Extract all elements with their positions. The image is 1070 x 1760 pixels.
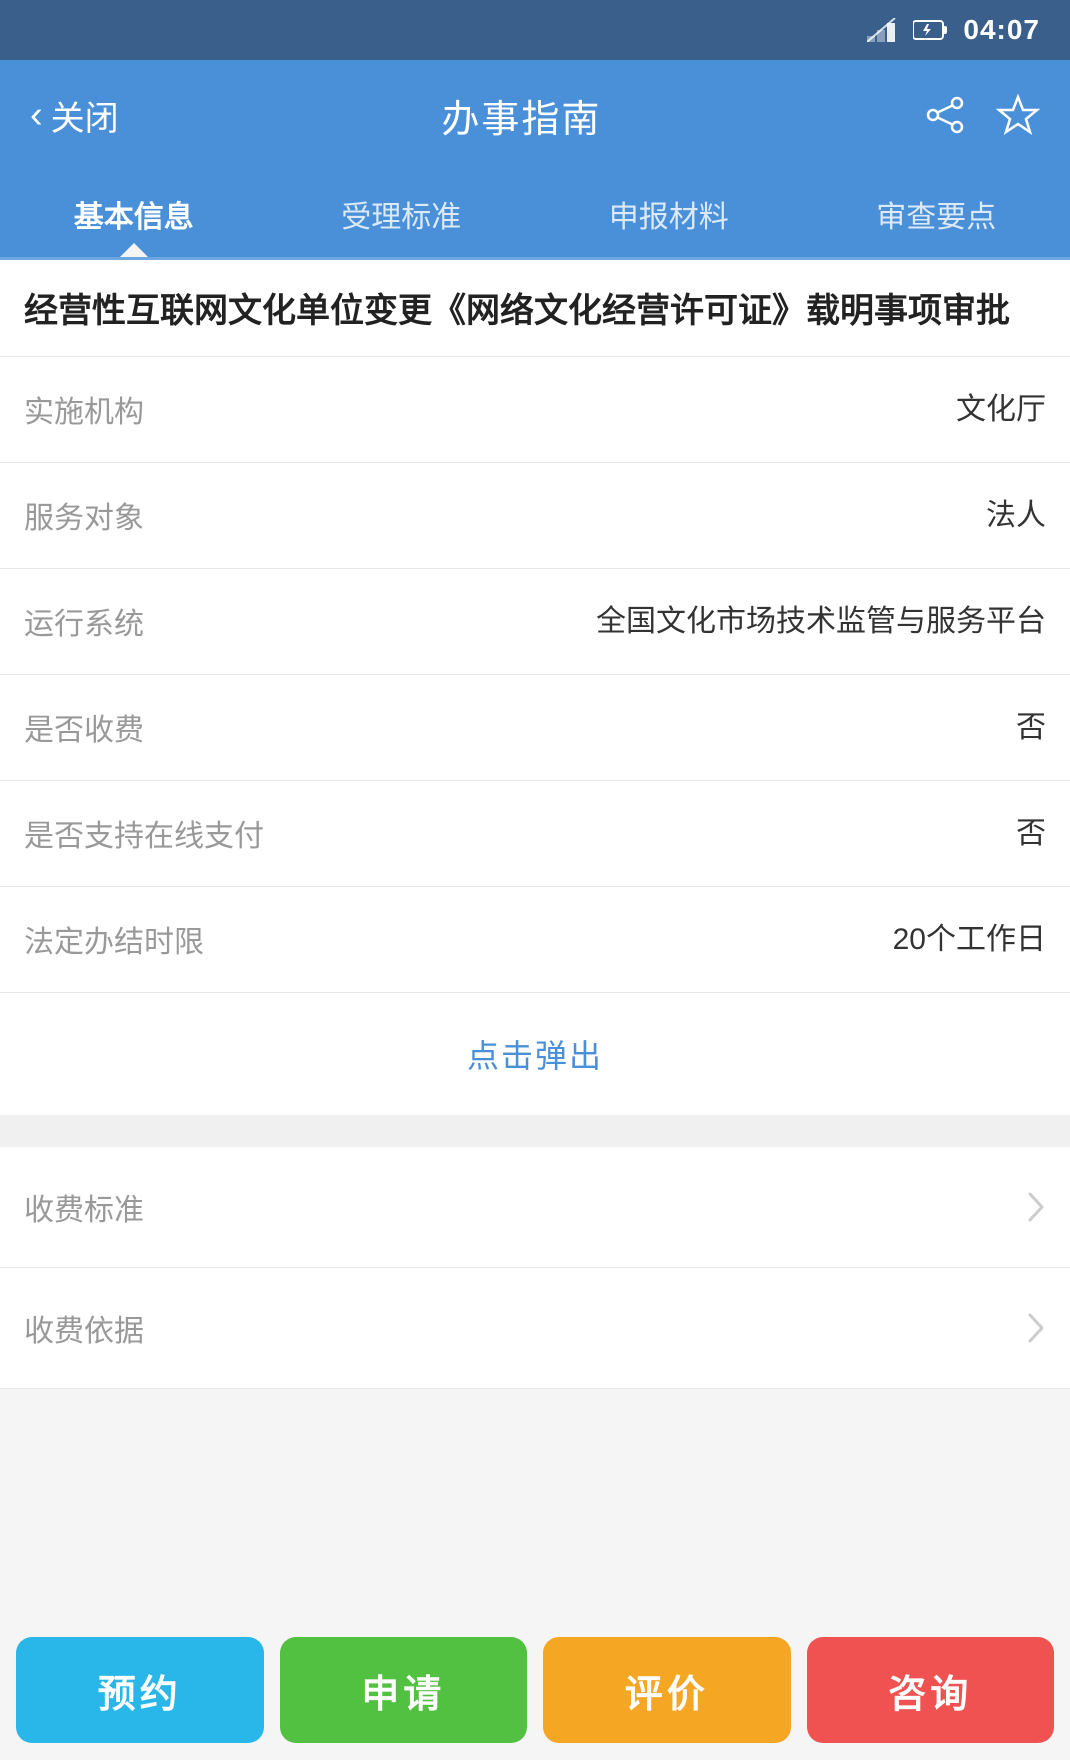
label-system: 运行系统 (24, 599, 204, 643)
popup-row[interactable]: 点击弹出 (0, 993, 1070, 1123)
label-fee-basis: 收费依据 (24, 1306, 144, 1350)
status-time: 04:07 (963, 14, 1040, 46)
tab-materials[interactable]: 申报材料 (535, 170, 803, 257)
header-left: ‹ 关闭 (30, 91, 119, 140)
chevron-right-icon-fee (1026, 1190, 1046, 1224)
value-fee: 否 (224, 705, 1046, 750)
secondary-row-fee-basis[interactable]: 收费依据 (0, 1268, 1070, 1389)
info-row-online-pay: 是否支持在线支付 否 (0, 781, 1070, 887)
label-institution: 实施机构 (24, 387, 204, 431)
consult-button[interactable]: 咨询 (807, 1637, 1055, 1743)
status-icons: 04:07 (867, 14, 1040, 46)
close-label[interactable]: 关闭 (51, 91, 119, 140)
info-row-service-target: 服务对象 法人 (0, 463, 1070, 569)
header: ‹ 关闭 办事指南 (0, 60, 1070, 170)
header-title: 办事指南 (441, 88, 601, 143)
star-icon[interactable] (996, 93, 1040, 137)
info-row-fee: 是否收费 否 (0, 675, 1070, 781)
tab-review[interactable]: 审查要点 (803, 170, 1070, 257)
info-row-institution: 实施机构 文化厅 (0, 357, 1070, 463)
label-fee: 是否收费 (24, 705, 204, 749)
label-online-pay: 是否支持在线支付 (24, 811, 264, 855)
label-fee-standard: 收费标准 (24, 1185, 144, 1229)
value-service-target: 法人 (224, 493, 1046, 538)
header-right (924, 93, 1040, 137)
info-list: 实施机构 文化厅 服务对象 法人 运行系统 全国文化市场技术监管与服务平台 是否… (0, 357, 1070, 993)
status-bar: 04:07 (0, 0, 1070, 60)
battery-icon (913, 19, 949, 41)
label-deadline: 法定办结时限 (24, 917, 204, 961)
popup-label[interactable]: 点击弹出 (467, 1031, 603, 1077)
back-arrow-icon[interactable]: ‹ (30, 94, 43, 137)
info-row-system: 运行系统 全国文化市场技术监管与服务平台 (0, 569, 1070, 675)
page-title-section: 经营性互联网文化单位变更《网络文化经营许可证》载明事项审批 (0, 260, 1070, 357)
tab-bar: 基本信息 受理标准 申报材料 审查要点 (0, 170, 1070, 260)
tab-basic[interactable]: 基本信息 (0, 170, 268, 257)
value-institution: 文化厅 (224, 387, 1046, 432)
secondary-row-fee-standard[interactable]: 收费标准 (0, 1147, 1070, 1268)
section-divider (0, 1123, 1070, 1147)
secondary-list: 收费标准 收费依据 (0, 1147, 1070, 1389)
value-deadline: 20个工作日 (224, 917, 1046, 962)
apply-button[interactable]: 申请 (280, 1637, 528, 1743)
bottom-bar: 预约 申请 评价 咨询 (0, 1620, 1070, 1760)
tab-standard[interactable]: 受理标准 (268, 170, 536, 257)
value-system: 全国文化市场技术监管与服务平台 (224, 599, 1046, 644)
share-icon[interactable] (924, 94, 966, 136)
chevron-right-icon-basis (1026, 1311, 1046, 1345)
page-title: 经营性互联网文化单位变更《网络文化经营许可证》载明事项审批 (24, 288, 1046, 336)
signal-icon (867, 18, 899, 42)
info-row-deadline: 法定办结时限 20个工作日 (0, 887, 1070, 993)
label-service-target: 服务对象 (24, 493, 204, 537)
reserve-button[interactable]: 预约 (16, 1637, 264, 1743)
value-online-pay: 否 (284, 811, 1046, 856)
rate-button[interactable]: 评价 (543, 1637, 791, 1743)
